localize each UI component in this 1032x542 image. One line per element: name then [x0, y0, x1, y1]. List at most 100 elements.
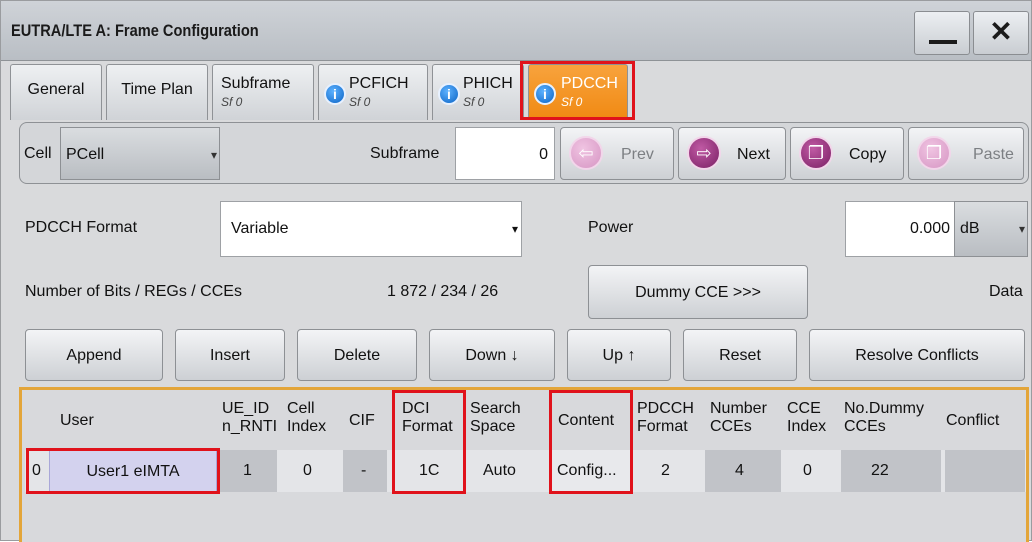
highlight-frame	[26, 448, 220, 494]
header-dummy-cces-line2: CCEs	[844, 418, 886, 435]
bits-value: 1 872 / 234 / 26	[387, 283, 499, 300]
cell-label: Cell	[24, 145, 52, 162]
header-search-space: Search Space	[470, 400, 521, 436]
pdcch-format-value: Variable	[231, 220, 289, 237]
power-label: Power	[588, 219, 634, 236]
pdcch-format-label: PDCCH Format	[25, 219, 138, 236]
header-number-cces-line1: Number	[710, 400, 767, 417]
dropdown-arrow-icon: ▾	[1018, 222, 1025, 236]
copy-button[interactable]: ❐ Copy	[790, 127, 904, 180]
tab-general-label: General	[27, 81, 85, 98]
reset-button[interactable]: Reset	[683, 329, 797, 381]
cell-bg	[945, 450, 1025, 492]
paste-button[interactable]: ❐ Paste	[908, 127, 1024, 180]
pdcch-format-cell[interactable]: 2	[661, 462, 670, 480]
number-cces-value[interactable]: 4	[735, 462, 744, 480]
header-ue-id-line2: n_RNTI	[222, 418, 278, 435]
header-ue-id: UE_ID n_RNTI	[222, 400, 277, 436]
highlight-frame	[520, 61, 635, 120]
power-value: 0.000	[909, 220, 950, 237]
bits-label: Number of Bits / REGs / CCEs	[25, 283, 242, 300]
insert-label: Insert	[209, 347, 250, 364]
info-icon: i	[324, 83, 346, 105]
tab-pcfich-label: PCFICH	[349, 75, 409, 92]
header-conflict: Conflict	[946, 412, 1000, 429]
resolve-conflicts-button[interactable]: Resolve Conflicts	[809, 329, 1025, 381]
dropdown-arrow-icon: ▾	[511, 222, 518, 236]
paste-icon: ❐	[917, 136, 951, 170]
next-label: Next	[737, 146, 770, 163]
power-input[interactable]: 0.000	[845, 201, 955, 257]
paste-label: Paste	[973, 146, 1014, 163]
dummy-cces-value[interactable]: 22	[871, 462, 889, 480]
header-search-space-line1: Search	[470, 400, 521, 417]
dummy-cce-button[interactable]: Dummy CCE >>>	[588, 265, 808, 319]
pdcch-format-select[interactable]: Variable ▾	[220, 201, 522, 257]
copy-label: Copy	[849, 146, 887, 163]
tab-general[interactable]: General	[10, 64, 102, 120]
minimize-button[interactable]	[914, 11, 970, 55]
frame-configuration-window: EUTRA/LTE A: Frame Configuration ✕ Gener…	[0, 0, 1032, 542]
power-unit-select[interactable]: dB ▾	[954, 201, 1028, 257]
tab-subframe[interactable]: Subframe Sf 0	[212, 64, 314, 120]
tab-subframe-sub: Sf 0	[221, 95, 243, 109]
header-dummy-cces: No.Dummy CCEs	[844, 400, 924, 436]
subframe-value: 0	[539, 146, 548, 163]
header-cce-index: CCE Index	[787, 400, 826, 436]
header-cell-index: Cell Index	[287, 400, 326, 436]
tab-time-plan[interactable]: Time Plan	[106, 64, 208, 120]
cif-value[interactable]: -	[361, 462, 366, 480]
header-pdcch-format: PDCCH Format	[637, 400, 694, 436]
prev-label: Prev	[621, 146, 654, 163]
subframe-input[interactable]: 0	[455, 127, 555, 180]
dci-table: User UE_ID n_RNTI Cell Index CIF DCI For…	[19, 387, 1029, 542]
search-space-value[interactable]: Auto	[483, 462, 516, 480]
highlight-frame	[392, 390, 466, 494]
tab-pcfich[interactable]: i PCFICH Sf 0	[318, 64, 428, 120]
header-search-space-line2: Space	[470, 418, 516, 435]
reset-label: Reset	[719, 347, 761, 364]
header-cif: CIF	[349, 412, 375, 429]
tab-phich[interactable]: i PHICH Sf 0	[432, 64, 524, 120]
arrow-left-icon: ⇦	[569, 136, 603, 170]
info-icon: i	[438, 83, 460, 105]
append-button[interactable]: Append	[25, 329, 163, 381]
tab-subframe-label: Subframe	[221, 75, 291, 92]
header-pdcch-format-line2: Format	[637, 418, 688, 435]
down-label: Down ↓	[465, 347, 519, 364]
insert-button[interactable]: Insert	[175, 329, 285, 381]
header-cell-index-line2: Index	[287, 418, 327, 435]
subframe-label: Subframe	[370, 145, 440, 162]
close-icon: ✕	[989, 16, 1013, 47]
header-number-cces-line2: CCEs	[710, 418, 752, 435]
cell-bg	[841, 450, 941, 492]
close-button[interactable]: ✕	[973, 11, 1029, 55]
arrow-right-icon: ⇨	[687, 136, 721, 170]
header-cce-index-line1: CCE	[787, 400, 821, 417]
cce-index-value[interactable]: 0	[803, 462, 812, 480]
copy-icon: ❐	[799, 136, 833, 170]
header-cce-index-line2: Index	[787, 418, 827, 435]
append-label: Append	[66, 347, 122, 364]
tab-time-plan-label: Time Plan	[121, 81, 193, 98]
header-number-cces: Number CCEs	[710, 400, 767, 436]
header-pdcch-format-line1: PDCCH	[637, 400, 694, 417]
tab-phich-sub: Sf 0	[463, 95, 485, 109]
title-bar: EUTRA/LTE A: Frame Configuration ✕	[1, 1, 1031, 61]
prev-button[interactable]: ⇦ Prev	[560, 127, 674, 180]
header-ue-id-line1: UE_ID	[222, 400, 270, 417]
power-unit: dB	[960, 220, 980, 237]
minimize-icon	[929, 40, 957, 44]
header-dummy-cces-line1: No.Dummy	[844, 400, 925, 417]
down-button[interactable]: Down ↓	[429, 329, 555, 381]
cell-value: PCell	[66, 146, 105, 163]
cell-index-value[interactable]: 0	[303, 462, 312, 480]
next-button[interactable]: ⇨ Next	[678, 127, 786, 180]
highlight-frame	[549, 390, 633, 494]
cell-select[interactable]: PCell ▾	[60, 127, 220, 180]
up-button[interactable]: Up ↑	[567, 329, 671, 381]
up-label: Up ↑	[602, 347, 636, 364]
header-cell-index-line1: Cell	[287, 400, 315, 417]
ue-id-value[interactable]: 1	[243, 462, 252, 480]
delete-button[interactable]: Delete	[297, 329, 417, 381]
